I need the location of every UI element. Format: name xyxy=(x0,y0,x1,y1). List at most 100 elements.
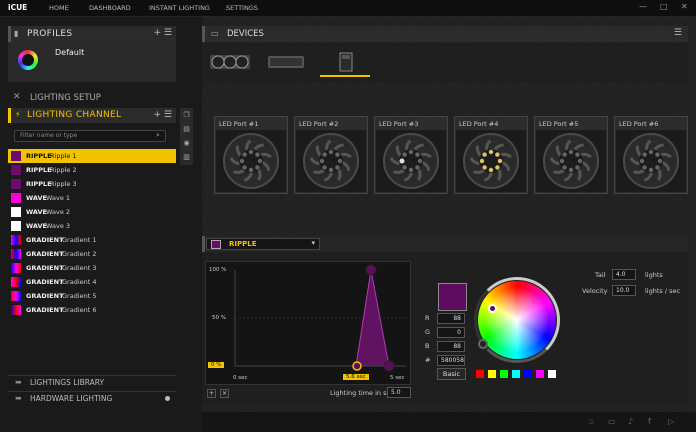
effect-item-ripple-3[interactable]: RIPPLE Ripple 3 xyxy=(8,177,176,191)
library-label: LIGHTINGS LIBRARY xyxy=(30,378,105,387)
device-commander[interactable] xyxy=(320,47,370,77)
youtube-icon[interactable]: ▷ xyxy=(668,417,674,426)
effect-item-wave-2[interactable]: WAVE Wave 2 xyxy=(8,205,176,219)
red-input[interactable]: 88 xyxy=(437,313,465,324)
forum-icon[interactable]: ♨ xyxy=(588,417,595,426)
effect-item-wave-3[interactable]: WAVE Wave 3 xyxy=(8,219,176,233)
copy-icon[interactable]: ❐ xyxy=(180,108,193,122)
profiles-menu-icon[interactable]: ☰ xyxy=(164,28,172,38)
hardware-label: HARDWARE LIGHTING xyxy=(30,394,113,403)
effect-swatch xyxy=(11,151,21,161)
minimize-icon[interactable]: — xyxy=(639,2,647,11)
remove-point-button[interactable]: × xyxy=(220,389,229,398)
effect-swatch xyxy=(11,207,21,217)
effects-menu-icon[interactable]: ☰ xyxy=(164,110,172,120)
graph-start-handle xyxy=(352,361,362,371)
lightings-library[interactable]: ▬ LIGHTINGS LIBRARY xyxy=(8,375,176,389)
effect-item-ripple-2[interactable]: RIPPLE Ripple 2 xyxy=(8,163,176,177)
effect-swatch xyxy=(11,277,21,287)
chat-icon[interactable]: ▭ xyxy=(608,417,616,426)
graph-y-100: 100 % xyxy=(209,267,227,273)
maximize-icon[interactable]: □ xyxy=(660,2,668,11)
tail-input[interactable]: 4.0 xyxy=(612,269,636,280)
velocity-unit: lights / sec xyxy=(645,287,681,295)
fan-preview xyxy=(536,130,606,192)
nav-settings[interactable]: SETTINGS xyxy=(226,4,258,12)
palette-color[interactable] xyxy=(499,369,509,379)
visibility-icon[interactable]: ◉ xyxy=(180,136,193,150)
close-icon[interactable]: ✕ xyxy=(681,2,688,11)
led-port-6[interactable]: LED Port #6 xyxy=(614,116,688,194)
green-input[interactable]: 0 xyxy=(437,327,465,338)
hardware-lighting[interactable]: ▬ HARDWARE LIGHTING xyxy=(8,391,176,405)
led-port-5[interactable]: LED Port #5 xyxy=(534,116,608,194)
effect-item-gradient-5[interactable]: GRADIENT Gradient 5 xyxy=(8,289,176,303)
effect-type-label: RIPPLE xyxy=(229,240,257,248)
fan-preview xyxy=(376,130,446,192)
basic-colors-button[interactable]: Basic xyxy=(437,368,466,380)
palette-color[interactable] xyxy=(475,369,485,379)
effect-item-gradient-3[interactable]: GRADIENT Gradient 3 xyxy=(8,261,176,275)
add-effect-button[interactable]: + xyxy=(154,110,162,120)
lighting-setup-header[interactable]: ✕ LIGHTING SETUP xyxy=(8,90,176,106)
nav-dashboard[interactable]: DASHBOARD xyxy=(89,4,131,12)
device-gpu[interactable] xyxy=(264,47,308,77)
effect-name: Ripple 3 xyxy=(50,180,77,188)
effect-type-dropdown[interactable]: RIPPLE ▾ xyxy=(206,238,320,250)
effect-name: Ripple 1 xyxy=(50,152,77,160)
led-port-4[interactable]: LED Port #4 xyxy=(454,116,528,194)
effect-item-gradient-4[interactable]: GRADIENT Gradient 4 xyxy=(8,275,176,289)
color-picker-handle[interactable] xyxy=(488,304,497,313)
profiles-header: ▮ PROFILES + ☰ xyxy=(8,26,176,42)
blue-input[interactable]: 88 xyxy=(437,341,465,352)
fan-icon xyxy=(463,133,519,189)
profile-tile-default[interactable]: Default xyxy=(8,42,176,82)
hardware-icon: ▬ xyxy=(15,394,22,402)
palette-color[interactable] xyxy=(547,369,557,379)
effect-type: GRADIENT xyxy=(26,250,64,258)
fan-icon xyxy=(223,133,279,189)
effect-item-gradient-1[interactable]: GRADIENT Gradient 1 xyxy=(8,233,176,247)
twitter-icon[interactable]: ♪ xyxy=(628,417,633,426)
palette-color[interactable] xyxy=(487,369,497,379)
palette-color[interactable] xyxy=(511,369,521,379)
led-port-2[interactable]: LED Port #2 xyxy=(294,116,368,194)
device-cooler[interactable] xyxy=(208,47,252,77)
graph-x-start: 0 sec xyxy=(233,375,248,381)
add-profile-button[interactable]: + xyxy=(154,28,162,38)
trash-icon[interactable]: ▥ xyxy=(180,150,193,164)
lightning-icon: ⚡ xyxy=(15,110,21,119)
effect-item-gradient-2[interactable]: GRADIENT Gradient 2 xyxy=(8,247,176,261)
facebook-icon[interactable]: f xyxy=(648,417,651,426)
paste-icon[interactable]: ▤ xyxy=(180,122,193,136)
velocity-input[interactable]: 10.0 xyxy=(612,285,636,296)
palette-color[interactable] xyxy=(535,369,545,379)
devices-header: ▭ DEVICES ☰ xyxy=(202,26,688,42)
led-port-3[interactable]: LED Port #3 xyxy=(374,116,448,194)
devices-title: DEVICES xyxy=(227,29,264,39)
effect-name: Gradient 6 xyxy=(62,306,97,314)
hex-input[interactable]: 580058 xyxy=(437,355,465,366)
effect-item-gradient-6[interactable]: GRADIENT Gradient 6 xyxy=(8,303,176,317)
effect-item-wave-1[interactable]: WAVE Wave 1 xyxy=(8,191,176,205)
lighting-time-graph[interactable]: 100 % 50 % 0 % 0 sec 5.6 sec 5 sec xyxy=(205,261,411,385)
palette-color[interactable] xyxy=(523,369,533,379)
device-icon: ▭ xyxy=(211,29,219,38)
lighting-time-input[interactable]: 5.0 xyxy=(387,387,411,398)
effect-tools: ❐ ▤ ◉ ▥ xyxy=(180,108,193,165)
color-wheel-center xyxy=(484,287,550,353)
effect-filter-input[interactable]: Filter name or type xyxy=(14,130,166,142)
nav-instant-lighting[interactable]: INSTANT LIGHTING xyxy=(149,4,210,12)
effect-type: GRADIENT xyxy=(26,264,64,272)
brightness-knob[interactable] xyxy=(478,339,488,349)
nav-home[interactable]: HOME xyxy=(49,4,69,12)
devices-menu-icon[interactable]: ☰ xyxy=(674,28,682,38)
effect-item-ripple-1[interactable]: RIPPLE Ripple 1 xyxy=(8,149,176,163)
add-point-button[interactable]: + xyxy=(207,389,216,398)
led-port-1[interactable]: LED Port #1 xyxy=(214,116,288,194)
hardware-status-icon xyxy=(165,396,170,401)
effect-name: Wave 3 xyxy=(46,222,71,230)
effect-type: WAVE xyxy=(26,194,47,202)
led-port-label: LED Port #3 xyxy=(379,120,419,128)
graph-y-0: 0 % xyxy=(208,362,225,368)
